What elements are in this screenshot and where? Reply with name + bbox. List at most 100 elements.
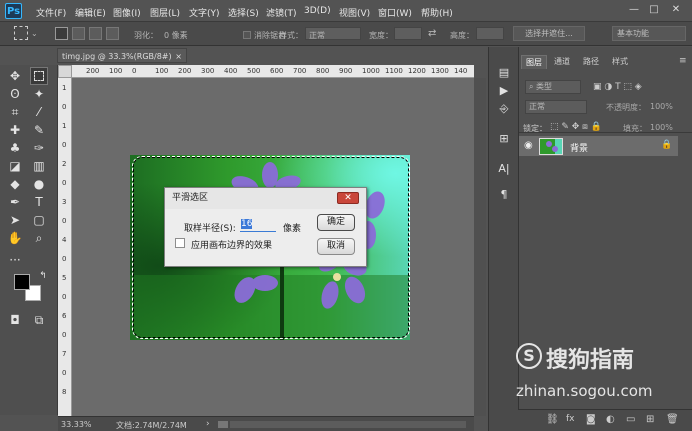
- select-and-mask-button[interactable]: 选择并遮住...: [513, 26, 585, 41]
- subtract-selection-icon[interactable]: [89, 27, 102, 40]
- ruler-left-tick: 8: [62, 388, 67, 396]
- ruler-left-tick: 0: [62, 369, 67, 377]
- fill-value[interactable]: 100%: [650, 123, 673, 132]
- zoom-tool-icon[interactable]: ⌕: [30, 229, 48, 247]
- eyedropper-icon[interactable]: ⁄: [30, 103, 48, 121]
- style-select[interactable]: 正常: [305, 27, 361, 40]
- document-tab[interactable]: timg.jpg @ 33.3%(RGB/8#) ×: [57, 48, 187, 63]
- close-tab-icon[interactable]: ×: [175, 49, 182, 64]
- add-selection-icon[interactable]: [72, 27, 85, 40]
- opacity-value[interactable]: 100%: [650, 102, 673, 111]
- eraser-icon[interactable]: ◪: [6, 157, 24, 175]
- height-field[interactable]: [476, 27, 504, 40]
- clone-stamp-icon[interactable]: ♣: [6, 139, 24, 157]
- menu-3d[interactable]: 3D(D): [304, 6, 331, 16]
- fx-icon[interactable]: fx: [566, 414, 575, 424]
- visibility-eye-icon[interactable]: ◉: [524, 140, 533, 151]
- type-tool-icon[interactable]: T: [30, 193, 48, 211]
- magic-wand-icon[interactable]: ✦: [30, 85, 48, 103]
- shape-tool-icon[interactable]: ▢: [30, 211, 48, 229]
- path-select-icon[interactable]: ➤: [6, 211, 24, 229]
- add-mask-icon[interactable]: ◙: [586, 414, 596, 425]
- lasso-tool-icon[interactable]: ʘ: [6, 85, 24, 103]
- menu-help[interactable]: 帮助(H): [421, 6, 453, 19]
- menu-file[interactable]: 文件(F): [36, 6, 66, 19]
- swap-colors-icon[interactable]: ↰: [34, 267, 52, 285]
- menu-bar: Ps 文件(F) 编辑(E) 图像(I) 图层(L) 文字(Y) 选择(S) 滤…: [0, 0, 692, 22]
- link-layers-icon[interactable]: ⛓: [546, 414, 559, 425]
- horizontal-scrollbar[interactable]: [230, 421, 466, 428]
- marquee-preset-icon[interactable]: [14, 26, 28, 40]
- style-value: 正常: [309, 31, 325, 40]
- menu-layer[interactable]: 图层(L): [150, 6, 180, 19]
- cancel-button[interactable]: 取消: [317, 238, 355, 255]
- dialog-close-icon[interactable]: ✕: [337, 192, 359, 204]
- menu-image[interactable]: 图像(I): [113, 6, 141, 19]
- ok-button[interactable]: 确定: [317, 214, 355, 231]
- menu-view[interactable]: 视图(V): [339, 6, 370, 19]
- intersect-selection-icon[interactable]: [106, 27, 119, 40]
- swap-icon[interactable]: ⇄: [428, 28, 436, 39]
- more-tools-icon[interactable]: ···: [6, 251, 24, 269]
- foreground-color-swatch[interactable]: [14, 274, 30, 290]
- tab-layers[interactable]: 图层: [521, 55, 547, 69]
- blur-tool-icon[interactable]: ◆: [6, 175, 24, 193]
- status-menu-icon[interactable]: ›: [206, 419, 210, 429]
- scroll-left-icon[interactable]: [218, 421, 228, 428]
- healing-brush-icon[interactable]: ✚: [6, 121, 24, 139]
- pen-tool-icon[interactable]: ✒: [6, 193, 24, 211]
- menu-window[interactable]: 窗口(W): [378, 6, 412, 19]
- move-tool-icon[interactable]: ✥: [6, 67, 24, 85]
- history-icon[interactable]: ▤: [496, 65, 512, 81]
- antialias-checkbox[interactable]: [243, 31, 251, 39]
- history-brush-icon[interactable]: ✑: [30, 139, 48, 157]
- quick-mask-icon[interactable]: ◘: [6, 311, 24, 329]
- ruler-top-tick: 100: [155, 67, 169, 75]
- minimize-icon[interactable]: —: [625, 3, 643, 17]
- tab-styles[interactable]: 样式: [608, 55, 632, 69]
- screen-mode-icon[interactable]: ⧉: [30, 311, 48, 329]
- close-window-icon[interactable]: ✕: [667, 3, 685, 17]
- properties-icon[interactable]: ⎆: [496, 101, 512, 117]
- menu-select[interactable]: 选择(S): [228, 6, 259, 19]
- lock-icons[interactable]: ⬚ ✎ ✥ ⧈ 🔒: [550, 122, 602, 132]
- sample-radius-input[interactable]: 16: [240, 219, 276, 232]
- dodge-tool-icon[interactable]: ●: [30, 175, 48, 193]
- crop-tool-icon[interactable]: ⌗: [6, 103, 24, 121]
- marquee-tool-icon[interactable]: [30, 67, 48, 85]
- canvas-bounds-checkbox[interactable]: [175, 238, 185, 248]
- menu-type[interactable]: 文字(Y): [189, 6, 220, 19]
- menu-filter[interactable]: 滤镜(T): [266, 6, 297, 19]
- brush-tool-icon[interactable]: ✎: [30, 121, 48, 139]
- hand-tool-icon[interactable]: ✋: [6, 229, 24, 247]
- tab-paths[interactable]: 路径: [579, 55, 603, 69]
- character-icon[interactable]: A|: [496, 161, 512, 177]
- delete-layer-icon[interactable]: 🗑: [666, 414, 679, 425]
- new-group-icon[interactable]: ▭: [626, 414, 635, 425]
- new-layer-icon[interactable]: ⊞: [646, 414, 654, 425]
- sample-radius-value: 16: [241, 219, 253, 229]
- adjustment-layer-icon[interactable]: ◐: [606, 414, 615, 425]
- zoom-level[interactable]: 33.33%: [61, 420, 92, 429]
- tab-channels[interactable]: 通道: [550, 55, 574, 69]
- clone-source-icon[interactable]: ⊞: [496, 131, 512, 147]
- maximize-icon[interactable]: □: [645, 3, 663, 17]
- ruler-top-tick: 0: [132, 67, 137, 75]
- workspace-select[interactable]: 基本功能: [612, 26, 686, 41]
- actions-play-icon[interactable]: ▶: [496, 83, 512, 99]
- filter-icons[interactable]: ▣ ◑ T ⬚ ◈: [593, 82, 642, 92]
- paragraph-icon[interactable]: ¶: [496, 187, 512, 203]
- ruler-top-tick: 600: [270, 67, 284, 75]
- new-selection-icon[interactable]: [55, 27, 68, 40]
- vertical-scrollbar[interactable]: [474, 78, 486, 416]
- feather-value[interactable]: 0 像素: [164, 30, 188, 41]
- menu-edit[interactable]: 编辑(E): [75, 6, 106, 19]
- gradient-tool-icon[interactable]: ▥: [30, 157, 48, 175]
- blend-mode-select[interactable]: 正常: [525, 100, 587, 114]
- layer-filter-select[interactable]: ⌕ 类型: [525, 80, 581, 94]
- style-label: 样式：: [279, 31, 303, 40]
- chevron-down-icon[interactable]: ⌄: [31, 29, 38, 38]
- ruler-left-tick: 0: [62, 331, 67, 339]
- panel-menu-icon[interactable]: ≡: [679, 56, 687, 66]
- width-field[interactable]: [394, 27, 422, 40]
